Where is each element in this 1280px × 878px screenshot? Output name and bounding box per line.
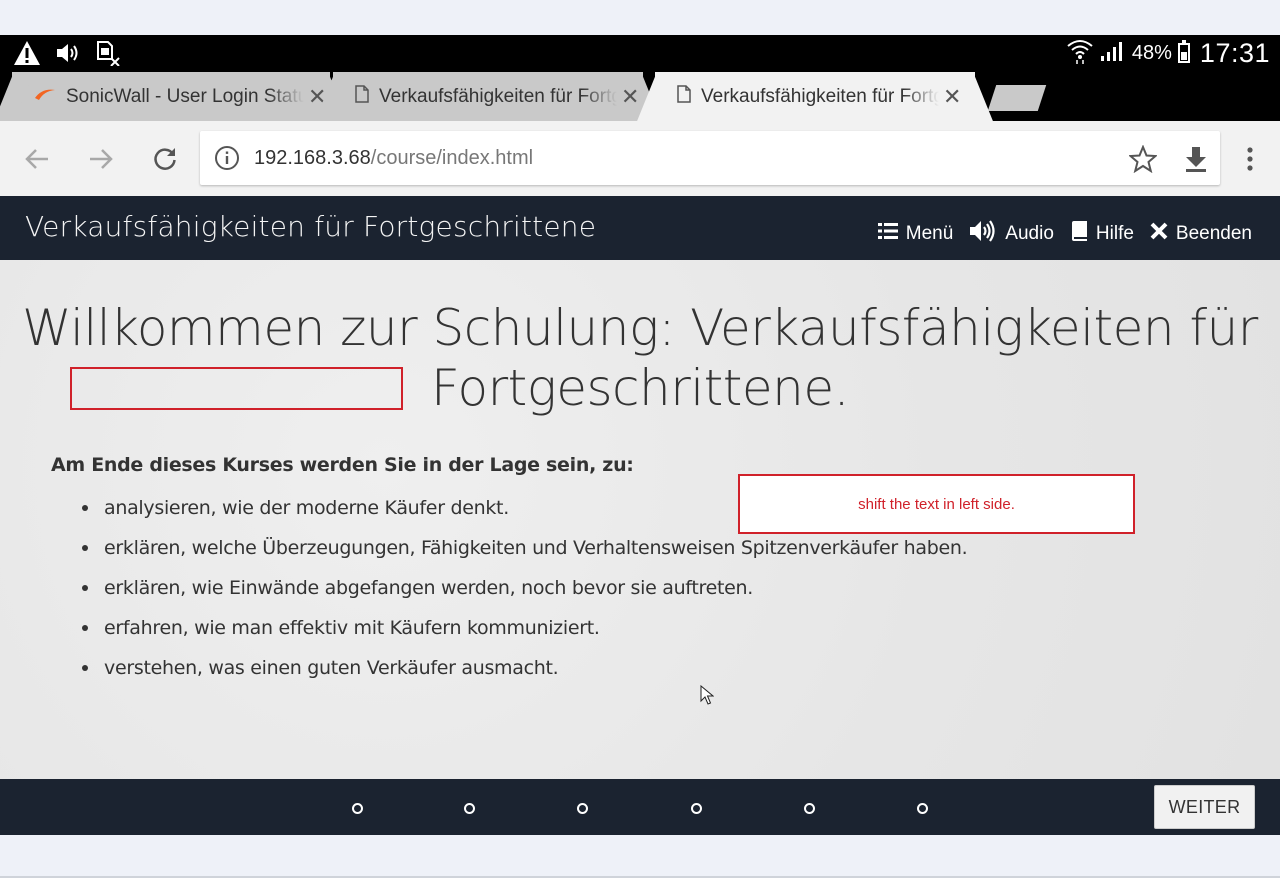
page-dot[interactable]	[352, 803, 363, 814]
signal-icon	[1100, 40, 1126, 67]
course-footer: WEITER	[0, 779, 1280, 835]
bottom-band	[0, 835, 1280, 878]
warning-icon	[12, 39, 42, 67]
page-dot[interactable]	[577, 803, 588, 814]
browser-toolbar: 192.168.3.68/course/index.html	[0, 121, 1280, 196]
book-icon	[1070, 221, 1088, 247]
sonicwall-icon	[34, 87, 56, 106]
list-item: erklären, wie Einwände abgefangen werden…	[82, 572, 967, 612]
course-nav: Menü Audio Hilfe Beenden	[877, 220, 1252, 248]
battery-icon	[1177, 40, 1190, 63]
wifi-icon	[1066, 37, 1094, 70]
volume-icon	[969, 220, 997, 248]
course-title: Verkaufsfähigkeiten für Fortgeschrittene	[25, 210, 597, 243]
tab-course-1[interactable]: Verkaufsfähigkeiten für Fortgeschrittene…	[333, 72, 643, 121]
audio-button[interactable]: Audio	[969, 220, 1054, 248]
next-button[interactable]: WEITER	[1154, 785, 1255, 829]
back-arrow-icon[interactable]	[21, 143, 53, 175]
status-bar: 48% 17:31	[0, 35, 1280, 71]
info-icon[interactable]	[214, 145, 240, 171]
page-dot[interactable]	[804, 803, 815, 814]
welcome-line-2: Fortgeschrittene.	[431, 359, 850, 417]
battery-percent: 48%	[1131, 41, 1172, 64]
new-tab-button[interactable]	[987, 85, 1047, 111]
tab-sonicwall[interactable]: SonicWall - User Login Status ✕	[12, 72, 330, 121]
page-dot[interactable]	[917, 803, 928, 814]
reload-icon[interactable]	[149, 143, 181, 175]
tab-course-2[interactable]: Verkaufsfähigkeiten für Fortgeschrittene…	[655, 72, 975, 121]
audio-label: Audio	[1005, 223, 1054, 244]
tab-title: Verkaufsfähigkeiten für Fortgeschrittene	[379, 85, 617, 107]
volume-icon	[54, 39, 82, 67]
help-button[interactable]: Hilfe	[1070, 221, 1134, 247]
url-host: 192.168.3.68	[254, 146, 371, 169]
forward-arrow-icon[interactable]	[85, 143, 117, 175]
help-label: Hilfe	[1095, 223, 1134, 244]
close-icon[interactable]: ✕	[943, 84, 961, 110]
status-right: 48% 17:31	[1066, 35, 1270, 71]
objectives-heading: Am Ende dieses Kurses werden Sie in der …	[51, 454, 634, 476]
top-band	[0, 0, 1280, 35]
course-header: Verkaufsfähigkeiten für Fortgeschrittene…	[0, 196, 1280, 260]
course-content: Willkommen zur Schulung: Verkaufsfähigke…	[0, 260, 1280, 779]
menu-button[interactable]: Menü	[877, 222, 954, 246]
tab-title: Verkaufsfähigkeiten für Fortgeschrittene	[701, 85, 939, 107]
url-text[interactable]: 192.168.3.68/course/index.html	[254, 147, 533, 170]
tab-strip: SonicWall - User Login Status ✕ Verkaufs…	[0, 71, 1280, 121]
list-item: erfahren, wie man effektiv mit Käufern k…	[82, 612, 967, 652]
address-bar[interactable]: 192.168.3.68/course/index.html	[200, 131, 1220, 185]
list-icon	[877, 222, 898, 246]
annotation-highlight-box	[70, 367, 403, 410]
exit-label: Beenden	[1175, 223, 1252, 244]
tab-title: SonicWall - User Login Status	[66, 85, 304, 107]
star-icon[interactable]	[1127, 143, 1159, 175]
list-item: erklären, welche Überzeugungen, Fähigkei…	[82, 532, 968, 572]
url-path: /course/index.html	[370, 146, 534, 169]
list-item: verstehen, was einen guten Verkäufer aus…	[82, 652, 967, 692]
more-menu-icon[interactable]	[1234, 143, 1266, 175]
mouse-cursor-icon	[700, 684, 715, 710]
page-dot[interactable]	[464, 803, 475, 814]
exit-button[interactable]: Beenden	[1150, 222, 1252, 246]
menu-label: Menü	[905, 223, 954, 244]
page-icon	[677, 85, 691, 108]
page-dot[interactable]	[691, 803, 702, 814]
close-icon	[1150, 222, 1168, 246]
no-sim-icon	[94, 39, 122, 67]
download-icon[interactable]	[1180, 143, 1212, 175]
clock: 17:31	[1199, 37, 1270, 68]
close-icon[interactable]: ✕	[621, 84, 639, 110]
welcome-line-1: Willkommen zur Schulung: Verkaufsfähigke…	[22, 299, 1258, 357]
page-icon	[355, 85, 369, 108]
annotation-note: shift the text in left side.	[738, 474, 1135, 534]
